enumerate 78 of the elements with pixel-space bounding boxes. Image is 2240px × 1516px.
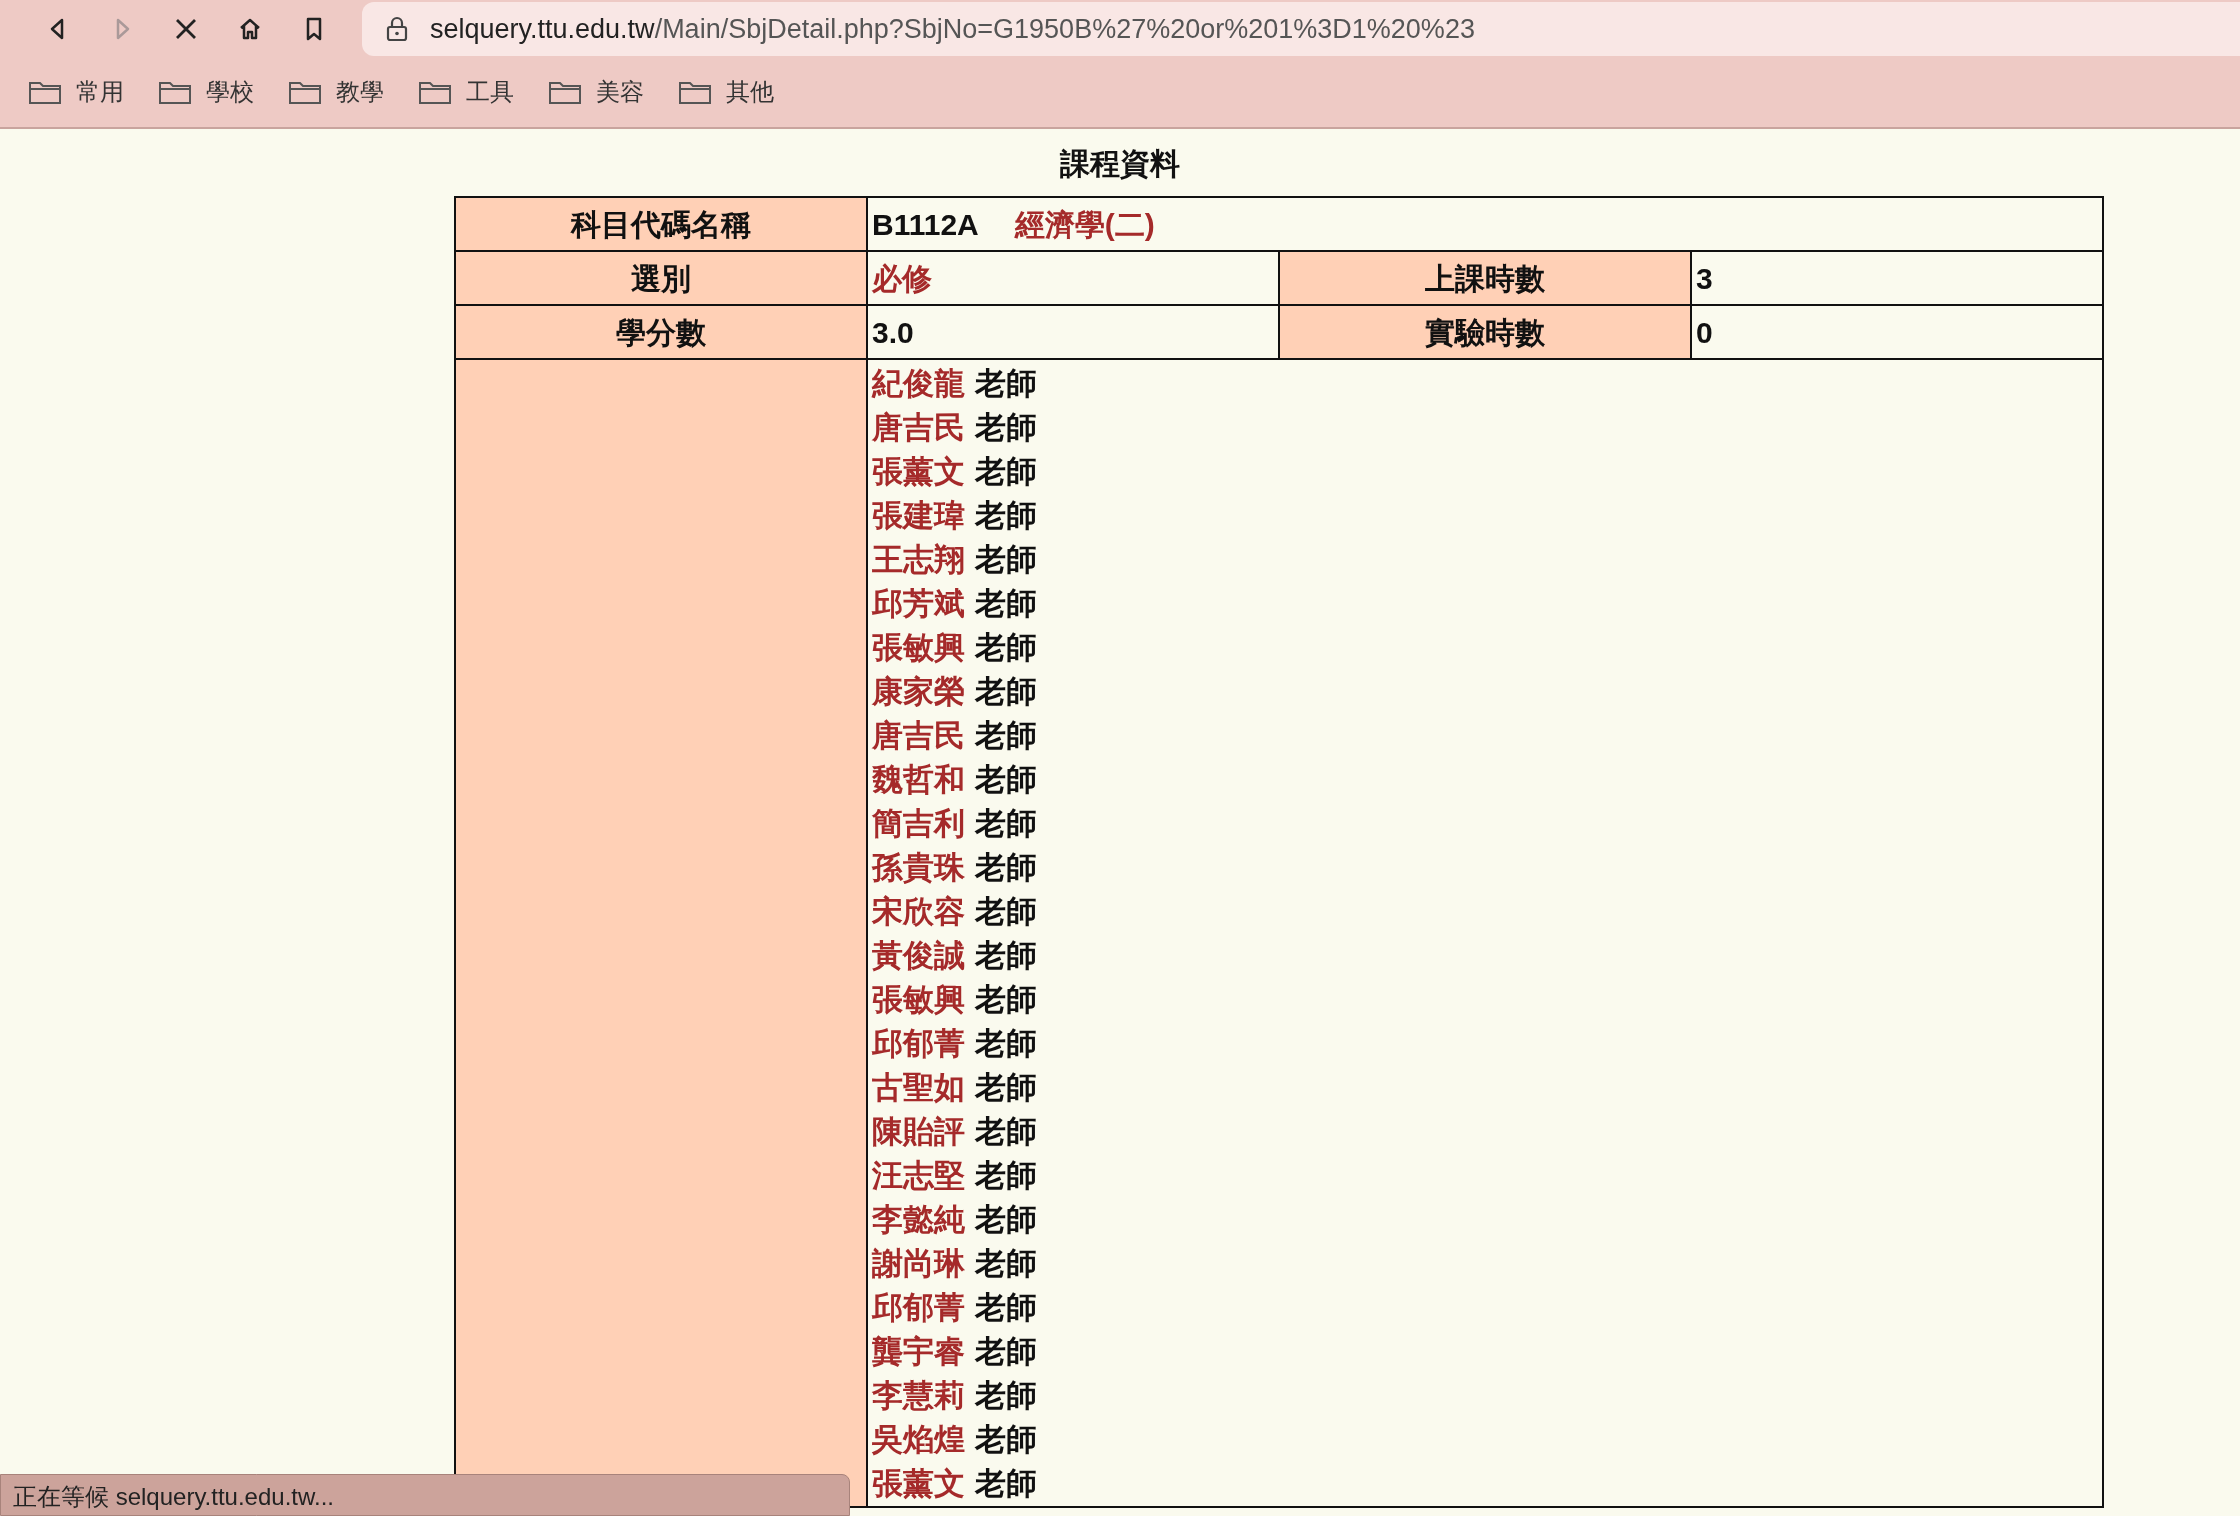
- folder-icon: [28, 79, 62, 105]
- teacher-title: 老師: [975, 1464, 1037, 1503]
- teacher-name: 張敏興: [872, 628, 965, 667]
- teacher-title: 老師: [975, 452, 1037, 491]
- teacher-name: 王志翔: [872, 540, 965, 579]
- field-value: 0: [1691, 305, 2103, 359]
- teacher-name: 邱芳斌: [872, 584, 965, 623]
- field-label: 上課時數: [1279, 251, 1691, 305]
- teacher-name: 唐吉民: [872, 408, 965, 447]
- teacher-title: 老師: [975, 1068, 1037, 1107]
- teacher-name: 龔宇睿: [872, 1332, 965, 1371]
- teacher-title: 老師: [975, 496, 1037, 535]
- bookmark-item[interactable]: 其他: [726, 74, 774, 110]
- teacher-name: 孫貴珠: [872, 848, 965, 887]
- field-value: 3: [1691, 251, 2103, 305]
- teacher-title: 老師: [975, 1024, 1037, 1063]
- teacher-title: 老師: [975, 760, 1037, 799]
- folder-icon: [288, 79, 322, 105]
- teacher-title: 老師: [975, 540, 1037, 579]
- bookmark-item[interactable]: 美容: [596, 74, 644, 110]
- folder-icon: [158, 79, 192, 105]
- bookmark-item[interactable]: 工具: [466, 74, 514, 110]
- course-name: 經濟學(二): [1014, 207, 1155, 241]
- page-title: 課程資料: [1059, 146, 1181, 182]
- folder-icon: [548, 79, 582, 105]
- teacher-name: 李懿純: [872, 1200, 965, 1239]
- folder-icon: [678, 79, 712, 105]
- field-label: 學分數: [455, 305, 867, 359]
- teacher-title: 老師: [975, 584, 1037, 623]
- bookmark-item[interactable]: 教學: [336, 74, 384, 110]
- teacher-name: 李慧莉: [872, 1376, 965, 1415]
- field-value: 必修: [867, 251, 1279, 305]
- teacher-name: 張薰文: [872, 452, 965, 491]
- field-label: 實驗時數: [1279, 305, 1691, 359]
- teacher-name: 簡吉利: [872, 804, 965, 843]
- lock-icon: [386, 16, 408, 42]
- teacher-name: 汪志堅: [872, 1156, 965, 1195]
- teacher-title: 老師: [975, 848, 1037, 887]
- teacher-title: 老師: [975, 804, 1037, 843]
- field-value: 3.0: [867, 305, 1279, 359]
- teacher-name: 吳焰煌: [872, 1420, 965, 1459]
- bookmark-item[interactable]: 學校: [206, 74, 254, 110]
- teacher-name: 黃俊誠: [872, 936, 965, 975]
- teacher-name: 謝尚琳: [872, 1244, 965, 1283]
- teacher-name: 陳貽評: [872, 1112, 965, 1151]
- teacher-title: 老師: [975, 1200, 1037, 1239]
- teacher-title: 老師: [975, 716, 1037, 755]
- teacher-name: 康家榮: [872, 672, 965, 711]
- teacher-name: 魏哲和: [872, 760, 965, 799]
- field-label: 科目代碼名稱: [455, 197, 867, 251]
- teacher-name: 古聖如: [872, 1068, 965, 1107]
- bookmark-item[interactable]: 常用: [76, 74, 124, 110]
- teacher-name: 張敏興: [872, 980, 965, 1019]
- teacher-title: 老師: [975, 628, 1037, 667]
- teacher-name: 邱郁菁: [872, 1024, 965, 1063]
- folder-icon: [418, 79, 452, 105]
- teacher-title: 老師: [975, 1156, 1037, 1195]
- teacher-title: 老師: [975, 936, 1037, 975]
- teacher-title: 老師: [975, 364, 1037, 403]
- teacher-name: 張薰文: [872, 1464, 965, 1503]
- teacher-name: 邱郁菁: [872, 1288, 965, 1327]
- teacher-title: 老師: [975, 1420, 1037, 1459]
- teacher-name: 紀俊龍: [872, 364, 965, 403]
- teacher-title: 老師: [975, 408, 1037, 447]
- field-label: 選別: [455, 251, 867, 305]
- teacher-title: 老師: [975, 1244, 1037, 1283]
- course-code: B1112A: [872, 207, 979, 241]
- teacher-title: 老師: [975, 892, 1037, 931]
- teacher-title: 老師: [975, 1288, 1037, 1327]
- teacher-name: 宋欣容: [872, 892, 965, 931]
- teacher-title: 老師: [975, 980, 1037, 1019]
- teacher-name: 張建瑋: [872, 496, 965, 535]
- status-bar: 正在等候 selquery.ttu.edu.tw...: [0, 1474, 850, 1516]
- teacher-title: 老師: [975, 1376, 1037, 1415]
- teacher-name: 唐吉民: [872, 716, 965, 755]
- teacher-title: 老師: [975, 672, 1037, 711]
- teacher-title: 老師: [975, 1112, 1037, 1151]
- teacher-title: 老師: [975, 1332, 1037, 1371]
